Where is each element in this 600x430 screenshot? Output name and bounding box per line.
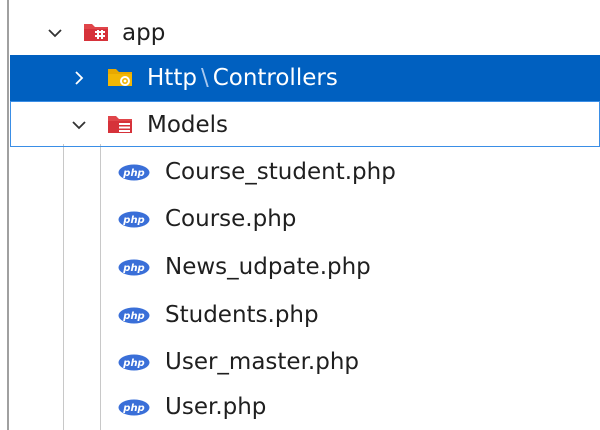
php-icon: php [118,259,150,276]
folder-models-icon [108,116,132,133]
chevron-right-icon[interactable] [70,69,88,87]
tree-item-file[interactable]: php User_master.php [10,339,600,385]
file-label: Course.php [165,206,297,232]
tree-item-file[interactable]: php News_udpate.php [10,244,600,290]
tree-item-label: Http \ Controllers [147,55,338,101]
file-label: News_udpate.php [165,254,371,280]
folder-settings-icon [108,69,132,86]
tree-item-models[interactable]: Models [10,101,600,147]
file-label: User.php [165,394,267,420]
svg-text:php: php [122,263,144,274]
path-segment-http: Http [147,65,197,91]
tree-item-http-controllers[interactable]: Http \ Controllers [10,55,600,101]
svg-text:php: php [122,215,144,226]
folder-app-icon [84,24,108,41]
file-label: Course_student.php [165,159,396,185]
file-label: User_master.php [165,349,360,375]
tree-item-app[interactable]: app [10,10,600,56]
explorer-left-border [7,0,9,430]
file-explorer: app Http \ Controllers Models php Course… [0,0,600,430]
php-icon: php [118,164,150,181]
tree-item-file[interactable]: php Students.php [10,292,600,338]
tree-item-file[interactable]: php Course.php [10,196,600,242]
svg-text:php: php [122,358,144,369]
path-separator: \ [200,65,209,91]
tree-item-file[interactable]: php User.php [10,384,600,430]
php-icon: php [118,211,150,228]
php-icon: php [118,307,150,324]
path-segment-controllers: Controllers [212,65,338,91]
chevron-down-icon[interactable] [46,24,64,42]
tree-item-label: Models [147,112,229,138]
tree-item-file[interactable]: php Course_student.php [10,149,600,195]
chevron-down-icon[interactable] [70,116,88,134]
svg-text:php: php [122,311,144,322]
svg-text:php: php [122,403,144,414]
php-icon: php [118,399,150,416]
tree-item-label: app [122,20,166,46]
svg-text:php: php [122,168,144,179]
file-label: Students.php [165,302,319,328]
php-icon: php [118,354,150,371]
